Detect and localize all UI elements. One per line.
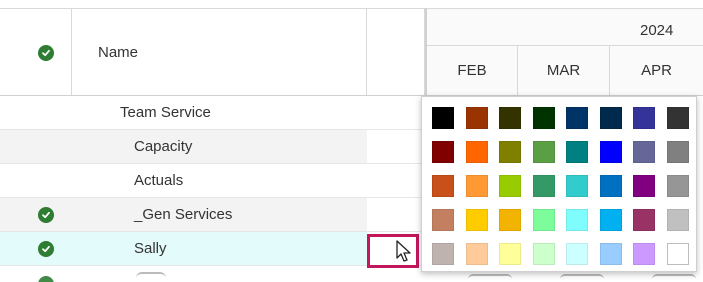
- color-swatch[interactable]: [465, 175, 488, 197]
- color-swatch[interactable]: [666, 141, 689, 163]
- table-row[interactable]: Team Service: [0, 96, 425, 130]
- year-label: 2024: [640, 22, 674, 39]
- month-label: APR: [641, 61, 672, 79]
- color-swatch[interactable]: [633, 243, 655, 265]
- table-row[interactable]: _Gen Services: [0, 198, 425, 232]
- timeline-value-partial: [560, 274, 604, 282]
- table-row[interactable]: Capacity: [0, 130, 425, 164]
- color-swatch[interactable]: [432, 209, 454, 231]
- color-swatch[interactable]: [633, 107, 655, 129]
- timeline-value-partial: [652, 274, 696, 282]
- color-swatch[interactable]: [566, 107, 588, 129]
- color-swatch[interactable]: [532, 141, 555, 163]
- color-swatch[interactable]: [465, 209, 488, 231]
- header-check-icon[interactable]: [38, 45, 54, 61]
- color-swatch[interactable]: [432, 141, 454, 163]
- color-swatch[interactable]: [532, 175, 555, 197]
- color-swatch[interactable]: [633, 141, 655, 163]
- color-swatch[interactable]: [633, 209, 655, 231]
- color-swatch[interactable]: [532, 209, 555, 231]
- color-cell[interactable]: [367, 96, 421, 129]
- color-swatch[interactable]: [499, 141, 521, 163]
- row-label: Sally: [134, 240, 167, 257]
- timeline-value-partial: [468, 274, 512, 282]
- color-swatch[interactable]: [666, 243, 689, 265]
- color-swatch[interactable]: [499, 209, 521, 231]
- color-cell[interactable]: [367, 198, 421, 231]
- color-swatch[interactable]: [499, 107, 521, 129]
- color-swatch[interactable]: [465, 243, 488, 265]
- color-swatch[interactable]: [599, 175, 622, 197]
- month-feb: FEB: [427, 45, 518, 95]
- column-header-name: Name: [98, 44, 139, 61]
- color-swatch[interactable]: [666, 175, 689, 197]
- color-swatch[interactable]: [566, 141, 588, 163]
- row-label: Team Service: [120, 104, 211, 121]
- check-icon[interactable]: [38, 207, 54, 223]
- color-swatch[interactable]: [666, 107, 689, 129]
- month-mar: MAR: [518, 45, 610, 95]
- color-cell[interactable]: [367, 164, 421, 197]
- color-swatch[interactable]: [633, 175, 655, 197]
- color-cell[interactable]: [367, 130, 421, 163]
- color-swatch[interactable]: [566, 209, 588, 231]
- month-apr: APR: [610, 45, 703, 95]
- color-swatch[interactable]: [599, 209, 622, 231]
- table-row[interactable]: Actuals: [0, 164, 425, 198]
- color-palette-popup: [421, 96, 697, 272]
- row-label-partial: [136, 272, 166, 282]
- color-swatch[interactable]: [666, 209, 689, 231]
- row-label: _Gen Services: [134, 206, 233, 223]
- color-swatch[interactable]: [499, 243, 521, 265]
- color-swatch[interactable]: [532, 243, 555, 265]
- row-label: Actuals: [134, 172, 184, 189]
- row-label: Capacity: [134, 138, 193, 155]
- month-label: MAR: [546, 61, 581, 79]
- check-icon[interactable]: [38, 241, 54, 257]
- color-swatch[interactable]: [599, 107, 622, 129]
- color-swatch[interactable]: [432, 175, 454, 197]
- color-swatch[interactable]: [566, 175, 588, 197]
- month-label: FEB: [457, 61, 487, 79]
- color-swatch[interactable]: [432, 107, 454, 129]
- table-row[interactable]: Sally: [0, 232, 425, 266]
- color-swatch[interactable]: [566, 243, 588, 265]
- color-swatch[interactable]: [499, 175, 521, 197]
- color-swatch[interactable]: [465, 107, 488, 129]
- color-swatch[interactable]: [432, 243, 454, 265]
- header-checkbox-cell: [0, 8, 72, 96]
- color-swatch[interactable]: [465, 141, 488, 163]
- mouse-pointer-icon: [396, 240, 414, 269]
- color-swatch[interactable]: [599, 243, 622, 265]
- color-swatch[interactable]: [532, 107, 555, 129]
- color-swatch[interactable]: [599, 141, 622, 163]
- header-blank-cell: [367, 8, 425, 96]
- check-icon[interactable]: [38, 276, 54, 282]
